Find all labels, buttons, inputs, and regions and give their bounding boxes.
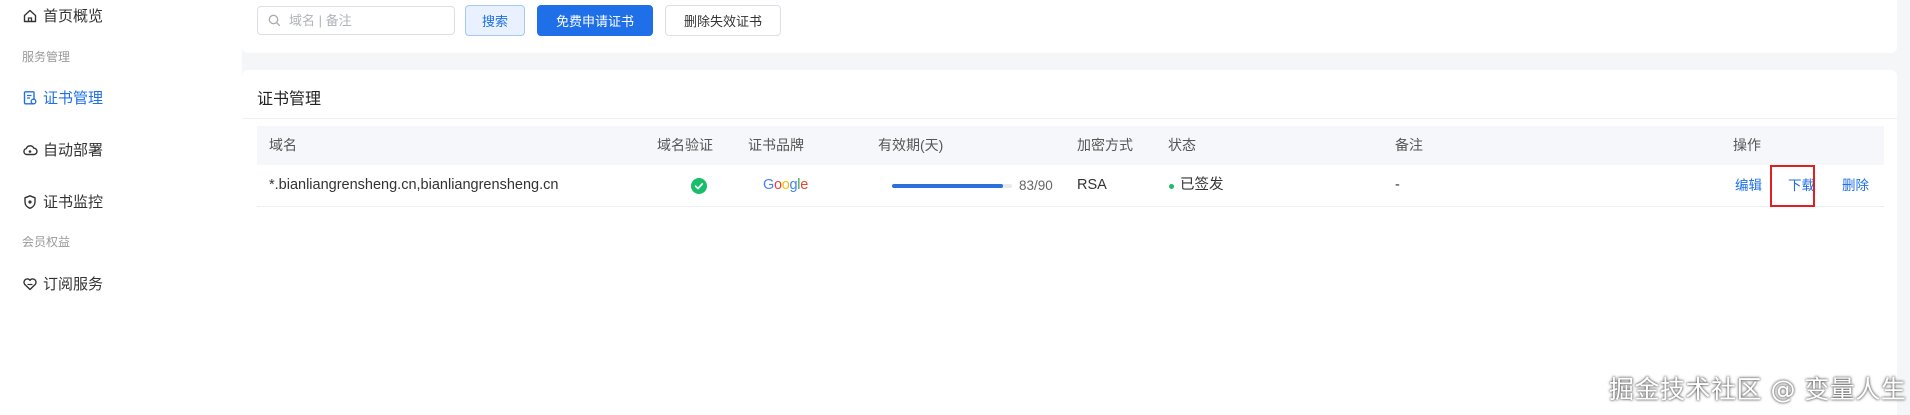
sidebar-group-label: 服务管理 [22,50,71,64]
certificate-list-card: 证书管理 域名 域名验证 证书品牌 有效期(天) 加密方式 状态 备注 操作 *… [242,70,1897,415]
column-header: 有效期(天) [878,137,944,153]
column-header: 域名验证 [657,137,713,153]
sidebar-item-label: 首页概览 [43,8,104,25]
column-header: 操作 [1733,137,1761,153]
status-dot [1169,184,1174,189]
sidebar-item-label: 自动部署 [43,142,104,159]
validity-progress-fill [892,184,1003,188]
watermark: 掘金技术社区 @ 变量人生 [1609,375,1907,404]
apply-certificate-button[interactable]: 免费申请证书 [537,5,653,36]
column-header: 加密方式 [1077,137,1133,153]
column-header: 备注 [1395,137,1423,153]
column-header: 域名 [269,137,297,153]
table-header: 域名 域名验证 证书品牌 有效期(天) 加密方式 状态 备注 操作 [257,126,1884,165]
sidebar-item-label: 证书管理 [43,90,104,107]
encryption-cell: RSA [1077,177,1107,193]
cloud-deploy-icon [22,142,38,158]
delete-invalid-button[interactable]: 删除失效证书 [665,5,781,36]
sidebar-item-certificates[interactable]: 证书管理 [22,87,103,108]
search-field[interactable] [257,6,455,35]
column-header: 证书品牌 [748,137,804,153]
domain-cell: *.bianliangrensheng.cn,bianliangrensheng… [269,177,559,193]
sidebar-item-auto-deploy[interactable]: 自动部署 [22,139,103,160]
home-icon [22,8,38,24]
sidebar-item-label: 证书监控 [43,194,104,211]
validity-progress [892,184,1012,188]
search-button[interactable]: 搜索 [465,5,525,36]
heart-icon [22,276,38,292]
page-title: 证书管理 [257,91,322,108]
sidebar-group-label: 会员权益 [22,235,71,249]
search-input[interactable] [287,12,441,29]
toolbar: 搜索 免费申请证书 删除失效证书 [242,0,1897,53]
sidebar: 首页概览 服务管理 证书管理 自动部署 证书监控 会员权益 订阅服务 [0,0,242,415]
column-header: 状态 [1168,137,1196,153]
sidebar-item-label: 订阅服务 [43,276,104,293]
download-highlight-annotation [1770,165,1815,207]
check-circle-icon [691,178,707,194]
certificate-icon [22,90,38,106]
sidebar-item-home[interactable]: 首页概览 [22,5,103,26]
divider [242,118,1897,119]
table-row: *.bianliangrensheng.cn,bianliangrensheng… [257,165,1884,207]
shield-icon [22,194,38,210]
edit-button[interactable]: 编辑 [1735,165,1762,206]
brand-logo: Google [763,177,808,193]
validity-text: 83/90 [1019,178,1053,193]
main-content: 搜索 免费申请证书 删除失效证书 证书管理 域名 域名验证 证书品牌 有效期(天… [242,0,1910,415]
remark-cell: - [1395,177,1400,193]
search-icon [268,14,281,27]
status-badge: 已签发 [1180,177,1224,193]
delete-button[interactable]: 删除 [1842,165,1869,206]
sidebar-item-monitor[interactable]: 证书监控 [22,191,103,212]
sidebar-item-subscription[interactable]: 订阅服务 [22,273,103,294]
